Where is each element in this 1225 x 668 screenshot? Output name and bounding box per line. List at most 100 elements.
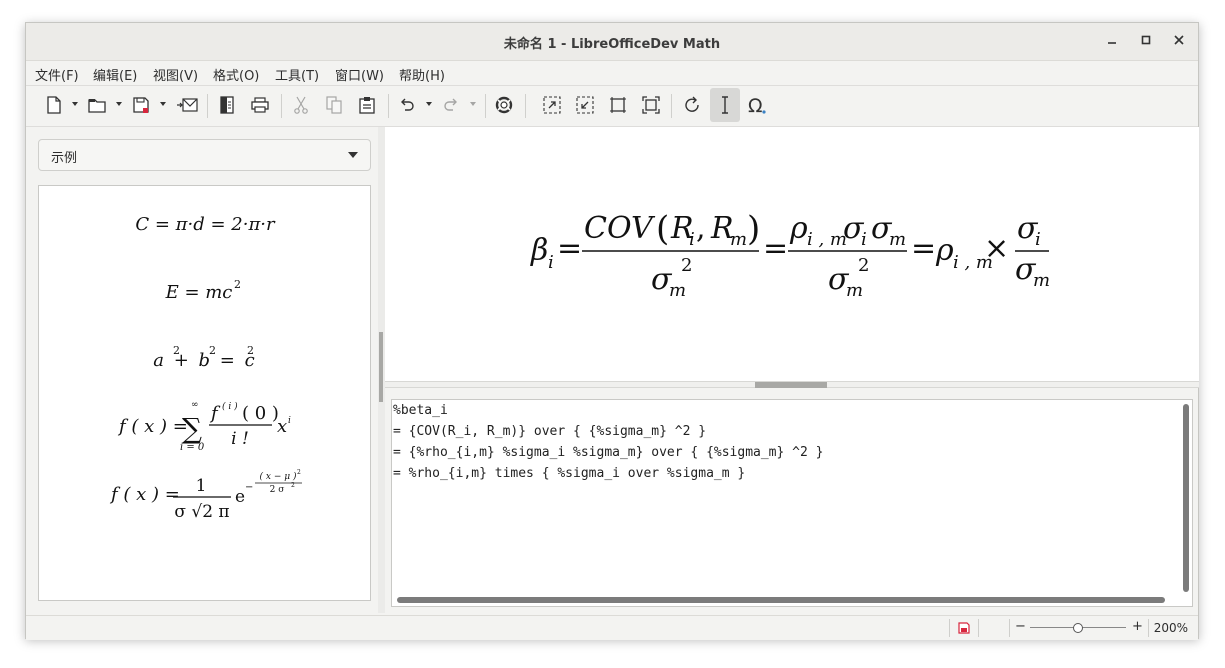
menu-edit[interactable]: 编辑(E) bbox=[93, 65, 137, 84]
special-symbols-button[interactable]: Ω bbox=[744, 92, 770, 118]
undo-button[interactable] bbox=[394, 92, 420, 118]
example-2-text: E = mc bbox=[165, 282, 233, 303]
save-dropdown-icon[interactable] bbox=[159, 100, 167, 108]
email-icon bbox=[177, 98, 198, 112]
menu-format[interactable]: 格式(O) bbox=[213, 65, 259, 84]
clipboard-icon bbox=[359, 97, 375, 114]
example-circle-formula[interactable]: C = π·d = 2·π·r bbox=[39, 196, 370, 246]
editor-vertical-scrollbar[interactable] bbox=[1183, 404, 1189, 592]
editor-line-2[interactable]: = {COV(R_i, R_m)} over { {%sigma_m} ^2 } bbox=[393, 424, 706, 439]
formula-rho-2: ρ bbox=[935, 233, 954, 268]
editor-line-3[interactable]: = {%rho_{i,m} %sigma_i %sigma_m} over { … bbox=[393, 445, 823, 460]
editor-horizontal-scrollbar[interactable] bbox=[397, 597, 1165, 603]
elements-category-select[interactable]: 示例 bbox=[38, 139, 371, 171]
formula-eq-3: = bbox=[911, 231, 936, 266]
cut-button[interactable] bbox=[288, 92, 314, 118]
document-modified-icon[interactable] bbox=[958, 622, 970, 634]
gauss-exp-denominator-power: 2 bbox=[291, 482, 295, 489]
formula-cov: COV bbox=[584, 211, 656, 246]
zoom-in-button-status[interactable]: + bbox=[1132, 619, 1143, 634]
menu-tools[interactable]: 工具(T) bbox=[275, 65, 319, 84]
formula-times: × bbox=[984, 231, 1009, 266]
redo-button[interactable] bbox=[438, 92, 464, 118]
toolbar-separator bbox=[388, 94, 389, 118]
copy-button[interactable] bbox=[321, 92, 347, 118]
formula-eq-1: = bbox=[557, 231, 582, 266]
formula-sigma-m-1-sq: 2 bbox=[681, 255, 692, 276]
refresh-icon bbox=[685, 96, 699, 112]
formula-sigma-m-2-sub: m bbox=[889, 229, 906, 250]
new-dropdown-icon[interactable] bbox=[71, 100, 79, 108]
formula-sigma-i-2-sub: i bbox=[1035, 229, 1041, 250]
app-window: 未命名 1 - LibreOfficeDev Math 文件(F) 编辑(E) … bbox=[25, 22, 1199, 640]
undo-dropdown-icon[interactable] bbox=[425, 100, 433, 108]
zoom-100-button[interactable] bbox=[605, 92, 631, 118]
zoom-percentage[interactable]: 200% bbox=[1154, 621, 1188, 635]
close-icon bbox=[1174, 35, 1184, 45]
editor-splitter-handle[interactable] bbox=[755, 382, 827, 388]
examples-panel: C = π·d = 2·π·r E = mc 2 a + b = c 2 2 2 bbox=[38, 185, 371, 601]
formula-preview[interactable]: β i = COV ( R i , R m ) σ m 2 = ρ i , m … bbox=[385, 127, 1199, 381]
taylor-f: f bbox=[209, 403, 221, 424]
formula-sigma-m-3-sq: 2 bbox=[858, 255, 869, 276]
gauss-fx: f ( x ) = bbox=[109, 484, 180, 505]
zoom-out-button-status[interactable]: − bbox=[1015, 619, 1026, 634]
zoom-in-button[interactable] bbox=[539, 92, 565, 118]
redo-icon bbox=[444, 98, 457, 111]
actual-size-icon bbox=[610, 97, 626, 113]
editor-splitter[interactable] bbox=[385, 381, 1199, 388]
open-dropdown-icon[interactable] bbox=[115, 100, 123, 108]
sum-symbol: ∑ bbox=[182, 412, 202, 445]
example-pythagoras-formula[interactable]: a + b = c 2 2 2 bbox=[39, 332, 370, 382]
menu-view[interactable]: 视图(V) bbox=[153, 65, 198, 84]
menu-window[interactable]: 窗口(W) bbox=[335, 65, 384, 84]
example-gaussian[interactable]: f ( x ) = 1 σ √2 π e − ( x − μ ) 2 2 σ 2 bbox=[39, 464, 370, 530]
formula-sigma-i-sub: i bbox=[861, 229, 867, 250]
help-button[interactable] bbox=[491, 92, 517, 118]
open-button[interactable] bbox=[84, 92, 110, 118]
sidebar-splitter[interactable] bbox=[378, 127, 385, 613]
taylor-x: x bbox=[277, 416, 287, 437]
status-separator bbox=[1009, 619, 1010, 637]
new-document-button[interactable] bbox=[41, 92, 67, 118]
formula-rho-1-sub: i , m bbox=[807, 229, 847, 250]
close-button[interactable] bbox=[1168, 31, 1190, 53]
taylor-factorial: i ! bbox=[231, 429, 249, 449]
new-document-icon bbox=[47, 96, 61, 114]
text-cursor-icon bbox=[722, 96, 728, 114]
redo-dropdown-icon[interactable] bbox=[469, 100, 477, 108]
formula-r2-sub: m bbox=[730, 229, 747, 250]
status-separator bbox=[949, 619, 950, 637]
zoom-slider-thumb[interactable] bbox=[1073, 623, 1083, 633]
maximize-button[interactable] bbox=[1135, 31, 1157, 53]
sum-lower-limit: i = 0 bbox=[180, 442, 205, 453]
formula-cursor-button[interactable] bbox=[710, 88, 740, 122]
fit-page-icon bbox=[642, 96, 660, 114]
print-button[interactable] bbox=[247, 92, 273, 118]
toolbar-separator bbox=[485, 94, 486, 118]
update-button[interactable] bbox=[679, 92, 705, 118]
sidebar-splitter-handle[interactable] bbox=[379, 332, 383, 402]
editor-line-1[interactable]: %beta_i bbox=[393, 403, 448, 418]
gauss-numerator: 1 bbox=[196, 476, 207, 496]
email-button[interactable] bbox=[174, 92, 200, 118]
formula-comma: , bbox=[696, 211, 706, 246]
zoom-out-button[interactable] bbox=[572, 92, 598, 118]
taylor-fx: f ( x ) = bbox=[117, 416, 188, 437]
elements-sidebar: 示例 C = π·d = 2·π·r E = mc 2 a + b = c 2 … bbox=[26, 127, 378, 613]
example-energy-formula[interactable]: E = mc 2 bbox=[39, 264, 370, 314]
formula-editor[interactable]: %beta_i = {COV(R_i, R_m)} over { {%sigma… bbox=[391, 399, 1193, 607]
menu-help[interactable]: 帮助(H) bbox=[399, 65, 445, 84]
formula-lparen: ( bbox=[656, 209, 669, 249]
example-taylor-series[interactable]: f ( x ) = ∑ ∞ i = 0 f ( i ) ( 0 ) i ! x … bbox=[39, 392, 370, 458]
save-button[interactable] bbox=[128, 92, 154, 118]
minimize-button[interactable] bbox=[1101, 31, 1123, 53]
formula-r1-sub: i bbox=[689, 229, 695, 250]
gauss-e: e bbox=[235, 487, 245, 507]
editor-line-4[interactable]: = %rho_{i,m} times { %sigma_i over %sigm… bbox=[393, 466, 745, 481]
show-all-button[interactable] bbox=[638, 92, 664, 118]
copy-icon bbox=[326, 96, 342, 114]
menu-file[interactable]: 文件(F) bbox=[35, 65, 79, 84]
export-pdf-button[interactable] bbox=[214, 92, 240, 118]
paste-button[interactable] bbox=[354, 92, 380, 118]
